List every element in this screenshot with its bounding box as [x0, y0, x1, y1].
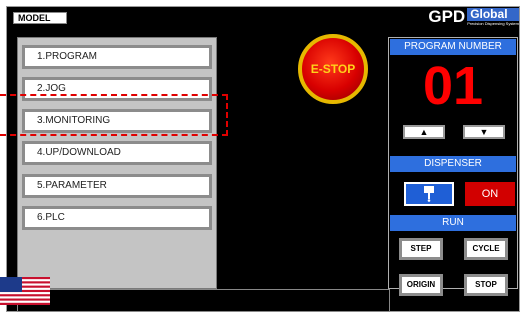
program-up-button[interactable]: ▲ — [403, 125, 445, 139]
menu-jog-button[interactable]: 2.JOG — [22, 77, 212, 101]
logo-brand-box: Global — [467, 8, 519, 21]
run-title: RUN — [390, 215, 516, 231]
menu-updownload-button[interactable]: 4.UP/DOWNLOAD — [22, 141, 212, 165]
hmi-screen: MODEL GPD Global Precision Dispensing Sy… — [6, 6, 520, 312]
highlight-top — [0, 94, 228, 96]
logo-brand: GPD — [428, 7, 466, 26]
step-button[interactable]: STEP — [399, 238, 443, 260]
cycle-button[interactable]: CYCLE — [464, 238, 508, 260]
triangle-up-icon: ▲ — [419, 127, 429, 137]
highlight-right — [226, 94, 228, 136]
status-bar — [17, 289, 390, 312]
highlight-bottom — [0, 134, 228, 136]
origin-button[interactable]: ORIGIN — [399, 274, 443, 296]
logo-box: Global Precision Dispensing System — [467, 8, 519, 26]
main-menu: 1.PROGRAM 2.JOG 3.MONITORING 4.UP/DOWNLO… — [17, 37, 217, 289]
dispenser-title: DISPENSER — [390, 156, 516, 172]
dispense-button[interactable] — [404, 182, 454, 206]
top-bar: MODEL GPD Global Precision Dispensing Sy… — [7, 7, 519, 29]
dispense-needle-icon — [424, 186, 434, 202]
menu-monitoring-button[interactable]: 3.MONITORING — [22, 109, 212, 133]
triangle-down-icon: ▼ — [479, 127, 489, 137]
control-panel: PROGRAM NUMBER 01 ▲ ▼ DISPENSER ON RUN S… — [388, 37, 518, 296]
gpd-global-logo: GPD Global Precision Dispensing System — [428, 8, 519, 28]
stop-button[interactable]: STOP — [464, 274, 508, 296]
menu-program-button[interactable]: 1.PROGRAM — [22, 45, 212, 69]
program-down-button[interactable]: ▼ — [463, 125, 505, 139]
estop-button[interactable]: E-STOP — [298, 34, 368, 104]
menu-parameter-button[interactable]: 5.PARAMETER — [22, 174, 212, 198]
us-flag-icon[interactable] — [0, 277, 50, 305]
model-label: MODEL — [13, 12, 67, 24]
dispenser-on-button[interactable]: ON — [465, 182, 515, 206]
program-number-value: 01 — [422, 56, 484, 116]
menu-plc-button[interactable]: 6.PLC — [22, 206, 212, 230]
logo-tagline: Precision Dispensing System — [467, 21, 519, 26]
program-number-title: PROGRAM NUMBER — [390, 39, 516, 55]
